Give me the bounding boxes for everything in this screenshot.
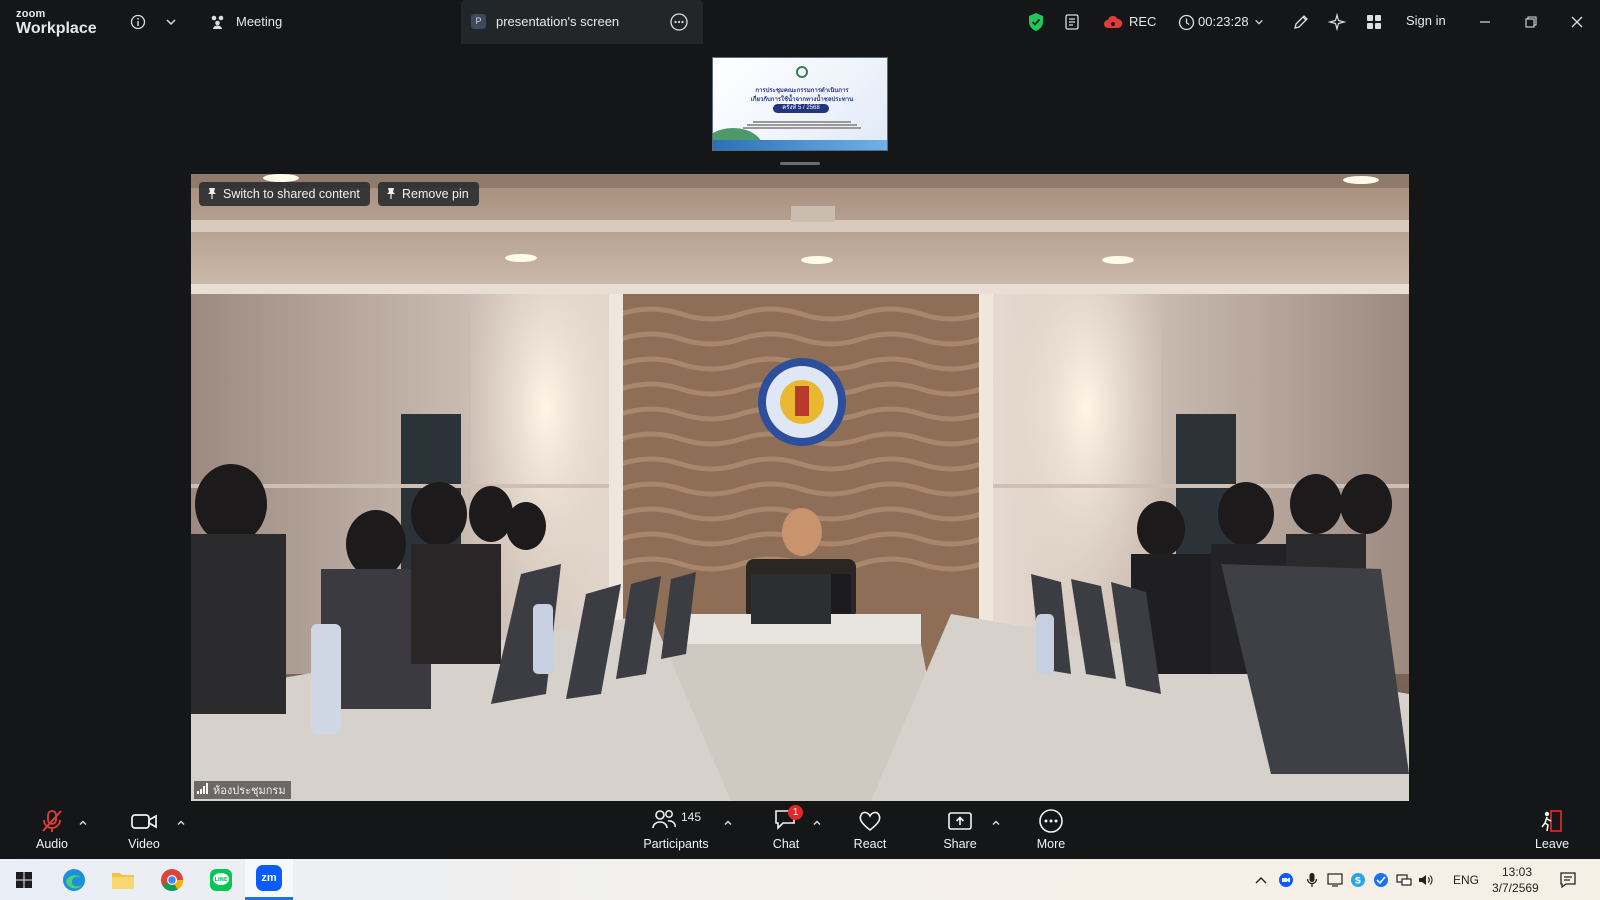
more-button[interactable]: More bbox=[1019, 807, 1083, 851]
tab-badge: P bbox=[471, 14, 486, 29]
timer-chevron-down-icon[interactable] bbox=[1252, 11, 1266, 33]
video-options-caret-icon[interactable] bbox=[176, 815, 188, 827]
clock-time[interactable]: 13:03 bbox=[1502, 865, 1532, 879]
meeting-icon[interactable] bbox=[207, 11, 229, 33]
info-icon[interactable] bbox=[127, 11, 149, 33]
restore-icon[interactable] bbox=[1520, 11, 1542, 33]
video-camera-icon bbox=[112, 807, 176, 835]
clock-icon[interactable] bbox=[1175, 11, 1197, 33]
windows-start-icon[interactable] bbox=[8, 864, 40, 896]
share-label: Share bbox=[943, 837, 977, 851]
svg-text:LINE: LINE bbox=[215, 877, 228, 883]
notes-icon[interactable] bbox=[1061, 11, 1083, 33]
zoom-tray-icon[interactable] bbox=[1276, 864, 1296, 896]
resize-handle[interactable] bbox=[780, 162, 820, 165]
participants-options-caret-icon[interactable] bbox=[723, 815, 735, 827]
participants-label: Participants bbox=[643, 837, 709, 851]
microphone-muted-icon bbox=[20, 807, 84, 835]
shield-icon[interactable] bbox=[1025, 11, 1047, 33]
slide-detail-lines bbox=[743, 120, 861, 130]
minimize-icon[interactable] bbox=[1474, 11, 1496, 33]
chat-unread-badge: 1 bbox=[788, 805, 803, 820]
audio-button[interactable]: Audio bbox=[20, 807, 84, 851]
cloud-record-icon[interactable] bbox=[1101, 11, 1125, 33]
svg-text:S: S bbox=[1355, 877, 1361, 887]
chrome-icon[interactable] bbox=[156, 864, 188, 896]
microphone-tray-icon[interactable] bbox=[1302, 864, 1322, 896]
audio-options-caret-icon[interactable] bbox=[78, 815, 90, 827]
meeting-controls-bar: Audio Video 145 Participants 1 Chat Reac… bbox=[0, 801, 1600, 859]
share-screen-icon bbox=[928, 807, 992, 835]
clock-date[interactable]: 3/7/2569 bbox=[1492, 881, 1539, 895]
notifications-icon[interactable] bbox=[1552, 864, 1584, 896]
chevron-down-icon[interactable] bbox=[160, 11, 182, 33]
react-button[interactable]: React bbox=[838, 807, 902, 851]
participants-icon-row: 145 bbox=[636, 807, 716, 835]
file-explorer-icon[interactable] bbox=[107, 864, 139, 896]
ai-companion-icon[interactable] bbox=[1326, 11, 1348, 33]
tab-presentation-screen[interactable]: P presentation's screen bbox=[461, 0, 703, 44]
line-app-icon[interactable]: LINE bbox=[205, 864, 237, 896]
skype-tray-icon[interactable]: S bbox=[1348, 864, 1368, 896]
audio-label: Audio bbox=[36, 837, 68, 851]
more-options-icon[interactable] bbox=[669, 12, 689, 32]
zoom-app-icon: zm bbox=[256, 865, 282, 891]
apps-grid-icon[interactable] bbox=[1363, 11, 1385, 33]
chat-icon-wrap: 1 bbox=[754, 805, 818, 835]
close-icon[interactable] bbox=[1566, 11, 1588, 33]
share-options-caret-icon[interactable] bbox=[991, 815, 1003, 827]
tray-chevron-up-icon[interactable] bbox=[1252, 864, 1270, 896]
leave-label: Leave bbox=[1534, 837, 1570, 851]
video-label: Video bbox=[128, 837, 160, 851]
participants-button[interactable]: 145 Participants bbox=[636, 807, 716, 851]
edge-browser-icon[interactable] bbox=[58, 864, 90, 896]
chat-button[interactable]: 1 Chat bbox=[754, 805, 818, 851]
pin-icon bbox=[207, 187, 217, 202]
meeting-tray-icon[interactable] bbox=[1371, 864, 1391, 896]
meeting-timer: 00:23:28 bbox=[1198, 14, 1249, 29]
tab-title: presentation's screen bbox=[496, 14, 620, 29]
remove-pin-label: Remove pin bbox=[402, 187, 469, 201]
title-bar: zoom Workplace Meeting P presentation's … bbox=[0, 0, 1600, 44]
share-button[interactable]: Share bbox=[928, 807, 992, 851]
sign-in-link[interactable]: Sign in bbox=[1406, 13, 1446, 28]
meeting-label[interactable]: Meeting bbox=[236, 14, 282, 29]
rec-label: REC bbox=[1129, 14, 1157, 29]
switch-to-shared-content-label: Switch to shared content bbox=[223, 187, 360, 201]
participant-name: ห้องประชุมกรม bbox=[213, 785, 286, 797]
participants-count: 145 bbox=[680, 810, 702, 824]
video-button[interactable]: Video bbox=[112, 807, 176, 851]
volume-icon[interactable] bbox=[1416, 864, 1436, 896]
heart-icon bbox=[838, 807, 902, 835]
meeting-room-video-frame bbox=[191, 174, 1409, 801]
chat-options-caret-icon[interactable] bbox=[812, 815, 824, 827]
slide-session: ครั้งที่ 5 / 2568 bbox=[773, 104, 829, 113]
participants-icon bbox=[651, 808, 677, 835]
switch-to-shared-content-button[interactable]: Switch to shared content bbox=[199, 182, 370, 206]
logo-line1: zoom bbox=[16, 8, 46, 20]
slide-band bbox=[713, 140, 887, 150]
annotate-icon[interactable] bbox=[1290, 11, 1312, 33]
signal-strength-icon bbox=[197, 783, 209, 797]
input-language[interactable]: ENG bbox=[1453, 873, 1479, 887]
screen-share-tray-icon[interactable] bbox=[1325, 864, 1345, 896]
leave-icon bbox=[1520, 807, 1584, 835]
slide-title-line2: เกี่ยวกับการใช้น้ำจากทางน้ำชลประทาน bbox=[750, 97, 854, 103]
zoom-workplace-logo: zoom Workplace bbox=[16, 9, 97, 37]
participant-video[interactable] bbox=[191, 174, 1409, 801]
shared-content-thumbnail[interactable]: การประชุมคณะกรรมการดำเนินการ เกี่ยวกับกา… bbox=[712, 57, 888, 151]
more-label: More bbox=[1036, 837, 1066, 851]
participant-name-tag: ห้องประชุมกรม bbox=[194, 781, 291, 799]
network-icon[interactable] bbox=[1394, 864, 1414, 896]
react-label: React bbox=[853, 837, 887, 851]
chat-label: Chat bbox=[772, 837, 800, 851]
slide-emblem-icon bbox=[796, 66, 808, 78]
windows-taskbar: LINE zm S ENG 13:03 3/7/2569 bbox=[0, 859, 1600, 900]
pin-icon bbox=[386, 187, 396, 202]
logo-line2: Workplace bbox=[16, 20, 97, 37]
leave-button[interactable]: Leave bbox=[1520, 807, 1584, 851]
more-icon bbox=[1019, 807, 1083, 835]
zoom-taskbar-button[interactable]: zm bbox=[245, 859, 293, 900]
remove-pin-button[interactable]: Remove pin bbox=[378, 182, 479, 206]
